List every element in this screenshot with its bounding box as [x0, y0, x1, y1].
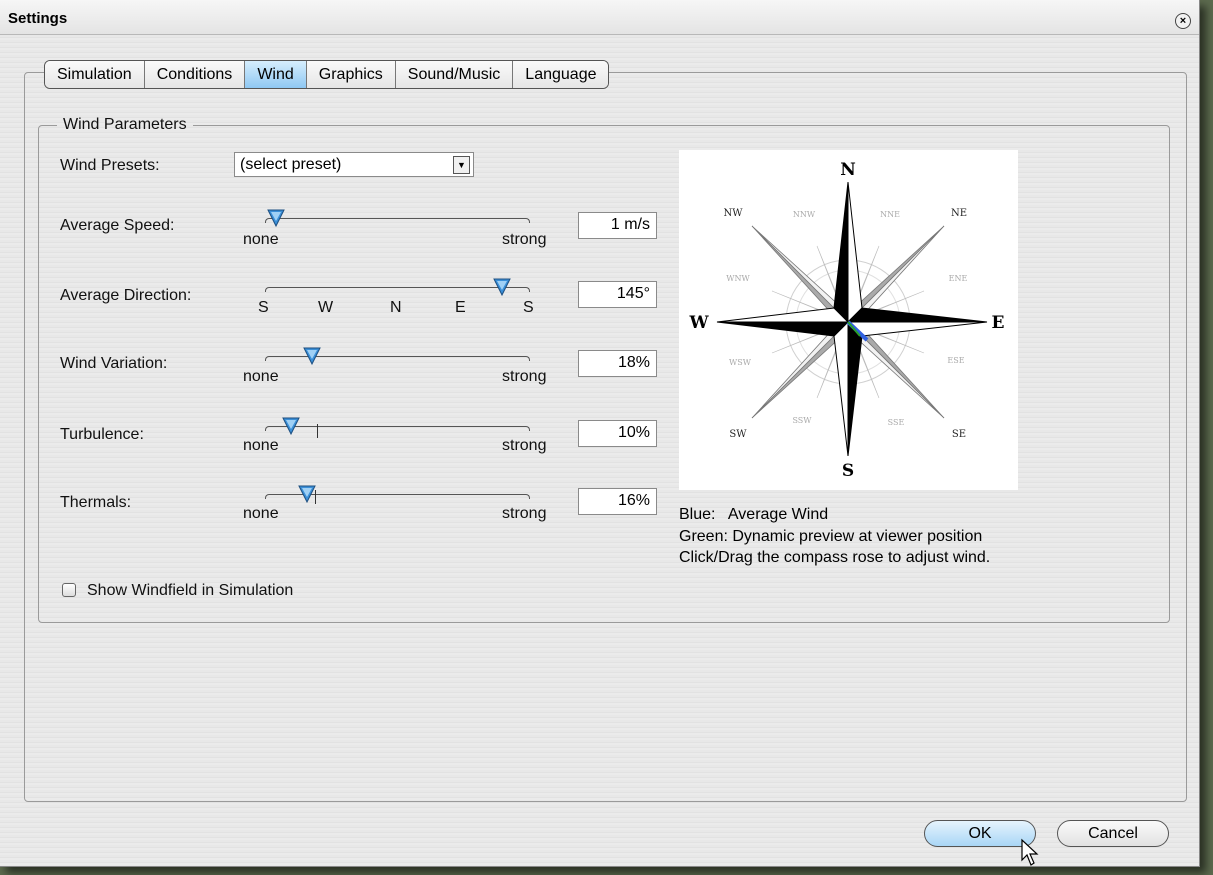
close-icon: ×: [1179, 15, 1187, 27]
dropdown-arrow-icon[interactable]: ▼: [453, 156, 470, 174]
compass-label-e: E: [992, 313, 1005, 333]
compass-label-ene: ENE: [949, 274, 968, 283]
tab-conditions[interactable]: Conditions: [144, 61, 246, 88]
compass-label-wsw: WSW: [729, 358, 752, 367]
wind-presets-select[interactable]: (select preset) ▼: [234, 152, 474, 177]
tab-simulation[interactable]: Simulation: [45, 61, 145, 88]
wind-variation-min-label: none: [243, 368, 279, 385]
average-speed-min-label: none: [243, 231, 279, 248]
compass-label-ssw: SSW: [792, 416, 812, 425]
group-title: Wind Parameters: [63, 116, 187, 133]
turbulence-max-label: strong: [502, 437, 547, 454]
average-speed-input[interactable]: 1 m/s: [578, 212, 657, 239]
turbulence-thumb[interactable]: [282, 417, 301, 435]
wind-variation-label: Wind Variation:: [60, 355, 168, 372]
settings-window: Settings × Simulation Conditions Wind Gr…: [0, 0, 1200, 867]
window-title: Settings: [8, 10, 68, 27]
turbulence-label: Turbulence:: [60, 426, 144, 443]
direction-scale-w: W: [318, 299, 334, 316]
show-windfield-checkbox[interactable]: [62, 583, 76, 597]
wind-variation-thumb[interactable]: [303, 347, 322, 365]
average-speed-track[interactable]: [265, 218, 530, 223]
turbulence-input[interactable]: 10%: [578, 420, 657, 447]
compass-label-s: S: [842, 461, 854, 481]
average-speed-label: Average Speed:: [60, 217, 175, 234]
compass-label-sse: SSE: [888, 418, 905, 427]
average-direction-track[interactable]: [265, 287, 530, 292]
legend-blue: Blue: Average Wind: [679, 506, 829, 523]
compass-label-w: W: [688, 313, 709, 333]
compass-rose-graphic[interactable]: N E S W NE SE SW NW NNE ENE ESE SSE SSW …: [679, 150, 1018, 490]
show-windfield-label[interactable]: Show Windfield in Simulation: [87, 582, 293, 600]
turbulence-track[interactable]: [265, 426, 530, 431]
compass-label-nne: NNE: [880, 210, 900, 219]
wind-presets-label: Wind Presets:: [60, 157, 160, 174]
mouse-cursor-icon: [1021, 838, 1039, 866]
compass-label-ne: NE: [951, 208, 967, 219]
direction-scale-e: E: [455, 299, 466, 316]
thermals-label: Thermals:: [60, 494, 132, 511]
direction-scale-n: N: [390, 299, 402, 316]
average-direction-input[interactable]: 145°: [578, 281, 657, 308]
tab-graphics[interactable]: Graphics: [306, 61, 396, 88]
turbulence-marker: [317, 424, 318, 438]
close-button[interactable]: ×: [1175, 13, 1191, 29]
thermals-min-label: none: [243, 505, 279, 522]
compass-label-wnw: WNW: [726, 274, 750, 283]
thermals-input[interactable]: 16%: [578, 488, 657, 515]
compass-label-n: N: [840, 160, 856, 180]
average-speed-thumb[interactable]: [266, 209, 285, 227]
wind-presets-value: (select preset): [240, 156, 342, 173]
direction-scale-s1: S: [258, 299, 269, 316]
turbulence-min-label: none: [243, 437, 279, 454]
wind-variation-max-label: strong: [502, 368, 547, 385]
tab-language[interactable]: Language: [513, 61, 609, 88]
thermals-max-label: strong: [502, 505, 547, 522]
compass-label-nnw: NNW: [793, 210, 816, 219]
average-direction-thumb[interactable]: [492, 278, 511, 296]
average-speed-max-label: strong: [502, 231, 547, 248]
compass-label-se: SE: [952, 429, 966, 440]
average-direction-label: Average Direction:: [60, 287, 192, 304]
tab-wind[interactable]: Wind: [245, 61, 307, 88]
direction-scale-s2: S: [523, 299, 534, 316]
cancel-button[interactable]: Cancel: [1057, 820, 1169, 847]
wind-variation-input[interactable]: 18%: [578, 350, 657, 377]
legend-hint: Click/Drag the compass rose to adjust wi…: [679, 549, 991, 566]
tab-sound-music[interactable]: Sound/Music: [395, 61, 514, 88]
compass-label-sw: SW: [729, 429, 747, 440]
compass-rose[interactable]: N E S W NE SE SW NW NNE ENE ESE SSE SSW …: [679, 150, 1018, 490]
compass-label-nw: NW: [723, 208, 743, 219]
thermals-thumb[interactable]: [298, 485, 316, 503]
tab-bar: Simulation Conditions Wind Graphics Soun…: [44, 60, 610, 89]
title-bar: Settings ×: [0, 0, 1199, 35]
compass-label-ese: ESE: [947, 356, 964, 365]
legend-green: Green: Dynamic preview at viewer positio…: [679, 528, 983, 545]
